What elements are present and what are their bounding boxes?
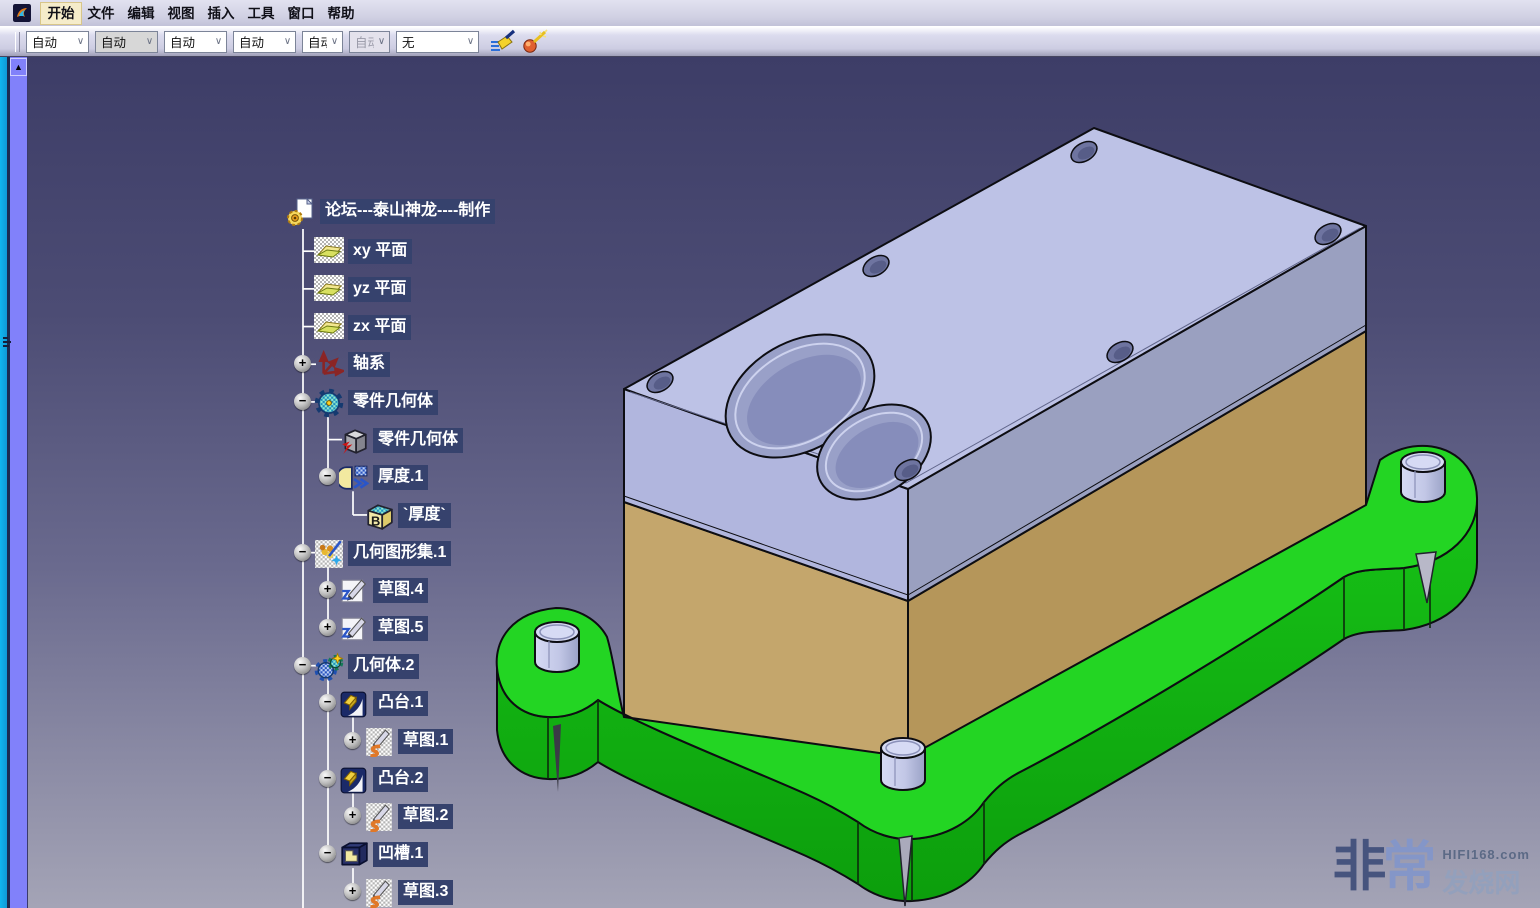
tree-item-label[interactable]: 草图.3 — [398, 880, 453, 905]
combo-value: 自动 — [350, 32, 374, 51]
3d-viewport[interactable]: 论坛---泰山神龙----制作xy 平面yz 平面zx 平面+轴系−零件几何体零… — [0, 57, 1540, 908]
toolbar-grip[interactable] — [15, 32, 20, 52]
menu-item-1[interactable]: 开始 — [41, 3, 81, 24]
collapse-minus-icon[interactable]: − — [294, 657, 311, 674]
tree-item-label[interactable]: 零件几何体 — [348, 390, 438, 415]
tree-item-label[interactable]: 草图.2 — [398, 804, 453, 829]
chevron-down-icon[interactable]: ∨ — [211, 36, 226, 47]
expand-plus-icon[interactable]: + — [344, 883, 361, 900]
watermark-logo: 非常 — [1332, 841, 1436, 893]
tree-item-label[interactable]: 几何体.2 — [348, 654, 419, 679]
menu-item-4[interactable]: 视图 — [161, 3, 201, 24]
chevron-down-icon[interactable]: ∨ — [73, 36, 88, 47]
tree-item-label[interactable]: xy 平面 — [348, 239, 412, 264]
tree-item-label[interactable]: 凹槽.1 — [373, 842, 428, 867]
toolbar: 自动∨自动∨自动∨自动∨自动∨自动∨无∨ — [0, 27, 1540, 58]
tree-scrollbar-rail[interactable] — [10, 57, 28, 908]
docked-toolbar-grip-icon[interactable] — [2, 335, 12, 353]
collapse-minus-icon[interactable]: − — [319, 845, 336, 862]
tree-item-label[interactable]: 厚度.1 — [373, 465, 428, 490]
watermark-logo-char1: 非 — [1332, 837, 1382, 897]
watermark-site-url: HIFI168.com — [1442, 847, 1530, 862]
tree-item-label[interactable]: 凸台.1 — [373, 691, 428, 716]
combo-value: 无 — [397, 32, 463, 51]
menu-item-5[interactable]: 插入 — [201, 3, 241, 24]
expand-plus-icon[interactable]: + — [319, 619, 336, 636]
tree-item-label[interactable]: zx 平面 — [348, 315, 411, 340]
menu-item-3[interactable]: 编辑 — [121, 3, 161, 24]
material-sphere-wand-icon[interactable] — [521, 29, 549, 55]
combo-value: 自动 — [96, 32, 142, 51]
tree-root-label[interactable]: 论坛---泰山神龙----制作 — [320, 199, 495, 224]
chevron-down-icon[interactable]: ∨ — [142, 36, 157, 47]
watermark: 非常 HIFI168.com 发烧网 — [1332, 841, 1530, 900]
toolbar-combo-2[interactable]: 自动∨ — [95, 31, 158, 53]
3d-scene[interactable] — [0, 57, 1540, 908]
toolbar-combo-5[interactable]: 自动∨ — [302, 31, 343, 53]
tree-item-label[interactable]: 草图.5 — [373, 616, 428, 641]
combo-value: 自动 — [303, 32, 327, 51]
combo-value: 自动 — [27, 32, 73, 51]
expand-plus-icon[interactable]: + — [344, 732, 361, 749]
scroll-up-button[interactable]: ▲ — [11, 59, 26, 75]
app-logo-icon — [13, 4, 31, 22]
chevron-down-icon[interactable]: ∨ — [463, 36, 478, 47]
chevron-down-icon[interactable]: ∨ — [327, 36, 342, 47]
tree-item-label[interactable]: `厚度` — [398, 503, 451, 528]
tree-item-label[interactable]: 凸台.2 — [373, 767, 428, 792]
menu-bar: 开始文件编辑视图插入工具窗口帮助 — [0, 0, 1540, 27]
tree-item-label[interactable]: 草图.1 — [398, 729, 453, 754]
toolbar-combo-7[interactable]: 无∨ — [396, 31, 479, 53]
toolbar-combo-3[interactable]: 自动∨ — [164, 31, 227, 53]
collapse-minus-icon[interactable]: − — [319, 770, 336, 787]
paint-brush-icon[interactable] — [489, 29, 517, 55]
toolbar-combo-6[interactable]: 自动∨ — [349, 31, 390, 53]
tree-item-label[interactable]: 几何图形集.1 — [348, 541, 451, 566]
tree-item-label[interactable]: 轴系 — [348, 352, 390, 377]
toolbar-combo-1[interactable]: 自动∨ — [26, 31, 89, 53]
catia-window: 开始文件编辑视图插入工具窗口帮助 自动∨自动∨自动∨自动∨自动∨自动∨无∨ — [0, 0, 1540, 908]
menu-item-8[interactable]: 帮助 — [321, 3, 361, 24]
menu-item-6[interactable]: 工具 — [241, 3, 281, 24]
toolbar-combo-4[interactable]: 自动∨ — [233, 31, 296, 53]
watermark-site-name: 发烧网 — [1442, 863, 1530, 900]
window-edge-strip — [0, 57, 7, 908]
tree-item-label[interactable]: yz 平面 — [348, 277, 411, 302]
chevron-down-icon[interactable]: ∨ — [374, 36, 389, 47]
tree-item-label[interactable]: 草图.4 — [373, 578, 428, 603]
menu-item-7[interactable]: 窗口 — [281, 3, 321, 24]
collapse-minus-icon[interactable]: − — [294, 393, 311, 410]
combo-value: 自动 — [165, 32, 211, 51]
tree-item-label[interactable]: 零件几何体 — [373, 428, 463, 453]
combo-value: 自动 — [234, 32, 280, 51]
chevron-down-icon[interactable]: ∨ — [280, 36, 295, 47]
watermark-logo-char2: 常 — [1382, 837, 1436, 897]
menu-item-2[interactable]: 文件 — [81, 3, 121, 24]
collapse-minus-icon[interactable]: − — [294, 544, 311, 561]
